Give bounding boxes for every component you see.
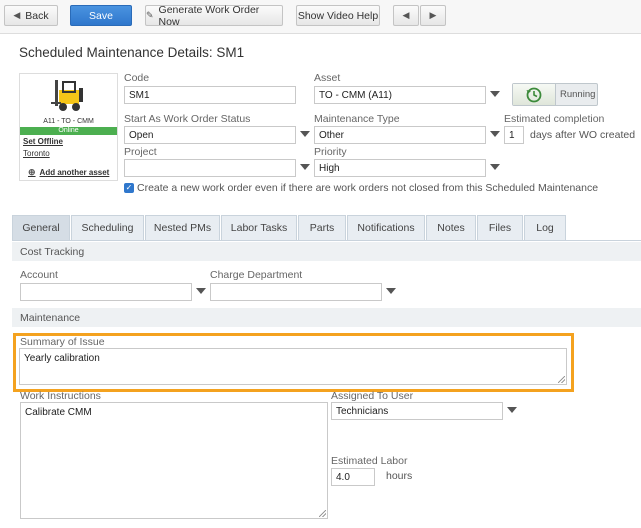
tab-scheduling[interactable]: Scheduling	[71, 215, 144, 240]
status-badge: Online	[20, 127, 117, 135]
chevron-down-icon[interactable]	[386, 288, 396, 294]
maintenance-heading: Maintenance	[12, 308, 641, 327]
tab-parts[interactable]: Parts	[298, 215, 346, 240]
create-wo-checkbox[interactable]: ✓	[124, 183, 134, 193]
project-label: Project	[124, 146, 157, 158]
cost-tracking-heading: Cost Tracking	[12, 242, 641, 261]
chevron-down-icon[interactable]	[196, 288, 206, 294]
add-icon: ⊕	[28, 167, 36, 177]
resize-grip-icon[interactable]	[558, 376, 565, 383]
priority-select[interactable]: High	[314, 159, 486, 177]
assigned-user-label: Assigned To User	[331, 390, 414, 402]
create-wo-label: Create a new work order even if there ar…	[137, 182, 599, 194]
charge-department-label: Charge Department	[210, 269, 303, 281]
save-label: Save	[89, 9, 113, 22]
asset-card: A11 - TO - CMM Online Set Offline Toront…	[19, 73, 118, 181]
estimated-completion-label: Estimated completion	[504, 113, 605, 125]
account-label: Account	[20, 269, 58, 281]
work-instructions-value: Calibrate CMM	[25, 407, 92, 418]
tab-log[interactable]: Log	[524, 215, 566, 240]
estimated-labor-unit: hours	[386, 470, 413, 482]
code-input[interactable]: SM1	[124, 86, 296, 104]
generate-work-order-button[interactable]: ✎ Generate Work Order Now	[145, 3, 283, 28]
location-link[interactable]: Toronto	[23, 149, 50, 158]
generate-label: Generate Work Order Now	[158, 3, 260, 28]
summary-label: Summary of Issue	[20, 336, 105, 348]
running-toggle[interactable]: Running	[512, 83, 598, 106]
summary-textarea[interactable]: Yearly calibration	[19, 348, 567, 385]
estimated-labor-label: Estimated Labor	[331, 455, 408, 467]
estimated-completion-input[interactable]: 1	[504, 126, 524, 144]
tabs-divider	[12, 240, 641, 241]
chevron-down-icon[interactable]	[300, 131, 310, 137]
arrow-right-icon: ▶	[429, 10, 437, 20]
asset-select[interactable]: TO - CMM (A11)	[314, 86, 486, 104]
set-offline-link[interactable]: Set Offline	[23, 137, 63, 146]
maintenance-type-select[interactable]: Other	[314, 126, 486, 144]
work-instructions-textarea[interactable]: Calibrate CMM	[20, 402, 328, 519]
priority-label: Priority	[314, 146, 347, 158]
chevron-down-icon[interactable]	[507, 407, 517, 413]
history-icon	[513, 84, 556, 105]
forklift-icon	[51, 80, 83, 111]
estimated-completion-suffix: days after WO created	[530, 129, 636, 141]
code-label: Code	[124, 72, 150, 84]
tab-labor-tasks[interactable]: Labor Tasks	[221, 215, 297, 240]
maintenance-type-label: Maintenance Type	[314, 113, 400, 125]
edit-icon: ✎	[146, 10, 154, 20]
back-button[interactable]: ◀ Back	[4, 5, 58, 26]
arrow-left-icon: ◀	[402, 10, 410, 20]
assigned-user-select[interactable]: Technicians	[331, 402, 503, 420]
asset-caption: A11 - TO - CMM	[43, 118, 94, 125]
tab-general[interactable]: General	[12, 215, 70, 240]
add-asset-label: Add another asset	[39, 168, 110, 177]
arrow-left-icon: ◀	[13, 10, 21, 20]
status-select[interactable]: Open	[124, 126, 296, 144]
charge-department-select[interactable]	[210, 283, 382, 301]
asset-label: Asset	[314, 72, 341, 84]
add-asset-link[interactable]: ⊕ Add another asset	[28, 167, 109, 178]
chevron-down-icon[interactable]	[300, 164, 310, 170]
save-button[interactable]: Save	[70, 5, 132, 26]
chevron-down-icon[interactable]	[490, 164, 500, 170]
resize-grip-icon[interactable]	[319, 510, 326, 517]
work-instructions-label: Work Instructions	[20, 390, 101, 402]
estimated-labor-input[interactable]: 4.0	[331, 468, 375, 486]
tab-nested-pms[interactable]: Nested PMs	[145, 215, 220, 240]
previous-record-button[interactable]: ◀	[393, 5, 419, 26]
account-select[interactable]	[20, 283, 192, 301]
running-label: Running	[560, 89, 596, 100]
chevron-down-icon[interactable]	[490, 131, 500, 137]
tab-notes[interactable]: Notes	[426, 215, 476, 240]
show-video-help-button[interactable]: Show Video Help	[296, 5, 380, 26]
back-label: Back	[25, 9, 49, 22]
chevron-down-icon[interactable]	[490, 91, 500, 97]
tab-notifications[interactable]: Notifications	[347, 215, 425, 240]
page-title: Scheduled Maintenance Details: SM1	[19, 45, 245, 60]
video-label: Show Video Help	[297, 9, 379, 22]
tab-files[interactable]: Files	[477, 215, 523, 240]
next-record-button[interactable]: ▶	[420, 5, 446, 26]
summary-value: Yearly calibration	[24, 353, 100, 364]
project-select[interactable]	[124, 159, 296, 177]
status-label: Start As Work Order Status	[124, 113, 251, 125]
